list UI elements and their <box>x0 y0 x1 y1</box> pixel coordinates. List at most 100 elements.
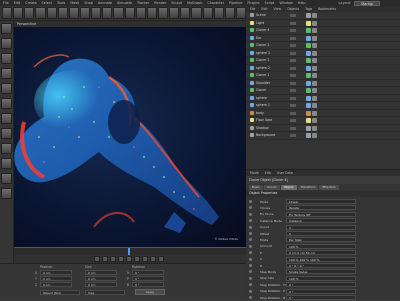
menu-simulate[interactable]: Simulate <box>117 1 132 5</box>
tag-icon[interactable] <box>306 133 311 138</box>
object-row[interactable]: Cloner 2 <box>246 57 400 65</box>
object-row[interactable]: Cloner <box>246 87 400 95</box>
pen-icon[interactable] <box>169 7 180 19</box>
tab-effectors[interactable]: Effectors <box>319 185 339 190</box>
menu-render[interactable]: Render <box>154 1 166 5</box>
go-to-end-icon[interactable] <box>142 256 148 262</box>
undo-icon[interactable] <box>2 7 13 19</box>
object-row[interactable]: Ear <box>246 35 400 42</box>
size-x-field[interactable]: 0 cm <box>85 270 117 275</box>
rotation-h-field[interactable]: 0 ° <box>132 270 164 275</box>
om-menu-file[interactable]: File <box>250 7 255 11</box>
object-row[interactable]: Cloner 3 <box>246 42 400 50</box>
property-field[interactable]: Instance <box>286 218 356 224</box>
visibility-toggle-icon[interactable] <box>290 81 296 85</box>
am-menu-user-data[interactable]: User Data <box>277 171 293 175</box>
material-tag-icon[interactable] <box>312 80 317 86</box>
previous-key-icon[interactable] <box>102 256 108 262</box>
polygons-mode-icon[interactable] <box>1 113 12 124</box>
menu-window[interactable]: Window <box>279 1 292 5</box>
property-field[interactable]: 3 <box>286 224 356 230</box>
camera-icon[interactable] <box>224 7 235 19</box>
material-tag-icon[interactable] <box>312 20 317 26</box>
property-field[interactable]: 0 cm 0 cm 50 cm <box>286 250 356 256</box>
visibility-toggle-icon[interactable] <box>290 111 296 115</box>
menu-plugins[interactable]: Plugins <box>247 1 259 5</box>
visibility-toggle-icon[interactable] <box>290 89 296 92</box>
material-tag-icon[interactable] <box>312 58 317 63</box>
object-row[interactable]: sphere <box>246 95 400 102</box>
property-field[interactable]: 0 ° <box>286 295 356 300</box>
move-icon[interactable] <box>35 7 46 19</box>
menu-animate[interactable]: Animate <box>98 1 112 5</box>
property-field[interactable]: Linear <box>286 199 356 204</box>
object-row[interactable]: Background <box>246 132 400 140</box>
material-tag-icon[interactable] <box>312 118 317 123</box>
property-field[interactable]: 0 <box>286 231 356 236</box>
visibility-toggle-icon[interactable] <box>290 96 296 100</box>
y-axis-icon[interactable] <box>91 7 102 19</box>
menu-snap[interactable]: Snap <box>84 1 93 5</box>
material-tag-icon[interactable] <box>312 103 317 108</box>
z-axis-icon[interactable] <box>102 7 113 19</box>
menu-edit[interactable]: Edit <box>14 1 21 5</box>
material-tag-icon[interactable] <box>312 125 317 131</box>
visibility-toggle-icon[interactable] <box>290 44 296 47</box>
object-row[interactable]: Light <box>246 20 400 27</box>
position-z-field[interactable]: 0 cm <box>40 282 72 287</box>
material-tag-icon[interactable] <box>312 133 317 138</box>
position-x-field[interactable]: 0 cm <box>40 270 72 275</box>
layout-dropdown[interactable]: Startup <box>354 0 380 6</box>
visibility-toggle-icon[interactable] <box>290 134 296 137</box>
tweak-icon[interactable] <box>1 143 12 154</box>
3d-viewport[interactable]: © Nidiaa Vitalis <box>14 27 246 247</box>
rotate-icon[interactable] <box>57 7 68 19</box>
visibility-toggle-icon[interactable] <box>290 104 296 107</box>
array-icon[interactable] <box>191 7 202 19</box>
menu-character[interactable]: Character <box>207 1 224 5</box>
visibility-toggle-icon[interactable] <box>290 14 296 17</box>
texture-mode-icon[interactable] <box>1 53 12 64</box>
object-row[interactable]: Scene <box>246 12 400 20</box>
position-y-field[interactable]: 0 cm <box>40 276 72 281</box>
object-row[interactable]: Shadow <box>246 125 400 132</box>
menu-mograph[interactable]: MoGraph <box>187 1 202 5</box>
visibility-toggle-icon[interactable] <box>290 21 296 25</box>
om-menu-tags[interactable]: Tags <box>305 7 312 11</box>
material-tag-icon[interactable] <box>312 35 317 41</box>
menu-script[interactable]: Script <box>265 1 275 5</box>
om-menu-bookmarks[interactable]: Bookmarks <box>318 7 336 11</box>
material-tag-icon[interactable] <box>312 43 317 48</box>
render-picture-viewer-icon[interactable] <box>135 7 146 19</box>
om-menu-edit[interactable]: Edit <box>261 7 267 11</box>
material-tag-icon[interactable] <box>312 13 317 18</box>
tag-icon[interactable] <box>306 13 311 18</box>
object-row[interactable]: Cloner 1 <box>246 72 400 80</box>
record-icon[interactable] <box>150 256 156 262</box>
tag-icon[interactable] <box>306 103 311 108</box>
am-menu-mode[interactable]: Mode <box>250 171 259 175</box>
apply-button[interactable]: Apply <box>135 289 165 295</box>
next-frame-icon[interactable] <box>126 256 132 262</box>
next-key-icon[interactable] <box>134 256 140 262</box>
property-field[interactable]: Single Value <box>286 269 356 275</box>
am-menu-edit[interactable]: Edit <box>265 171 271 175</box>
property-field[interactable]: Per Step <box>286 237 356 243</box>
coordinate-mode-dropdown[interactable]: Object (Rel) <box>40 290 80 295</box>
rotation-b-field[interactable]: 0 ° <box>132 282 164 287</box>
visibility-toggle-icon[interactable] <box>290 119 296 122</box>
property-field[interactable]: Fix Texture Off <box>286 211 356 217</box>
tag-icon[interactable] <box>306 58 311 63</box>
material-tag-icon[interactable] <box>312 88 317 93</box>
autokey-icon[interactable] <box>158 256 164 262</box>
tag-icon[interactable] <box>306 28 311 33</box>
tab-transform[interactable]: Transform <box>297 185 319 190</box>
tag-icon[interactable] <box>306 20 311 26</box>
menu-mesh[interactable]: Mesh <box>70 1 79 5</box>
object-row[interactable]: Floor Spot <box>246 117 400 125</box>
tab-object[interactable]: Object <box>280 185 297 190</box>
previous-frame-icon[interactable] <box>110 256 116 262</box>
material-tag-icon[interactable] <box>312 50 317 56</box>
object-row[interactable]: sphere 3 <box>246 50 400 57</box>
coordinate-system-icon[interactable] <box>113 7 124 19</box>
